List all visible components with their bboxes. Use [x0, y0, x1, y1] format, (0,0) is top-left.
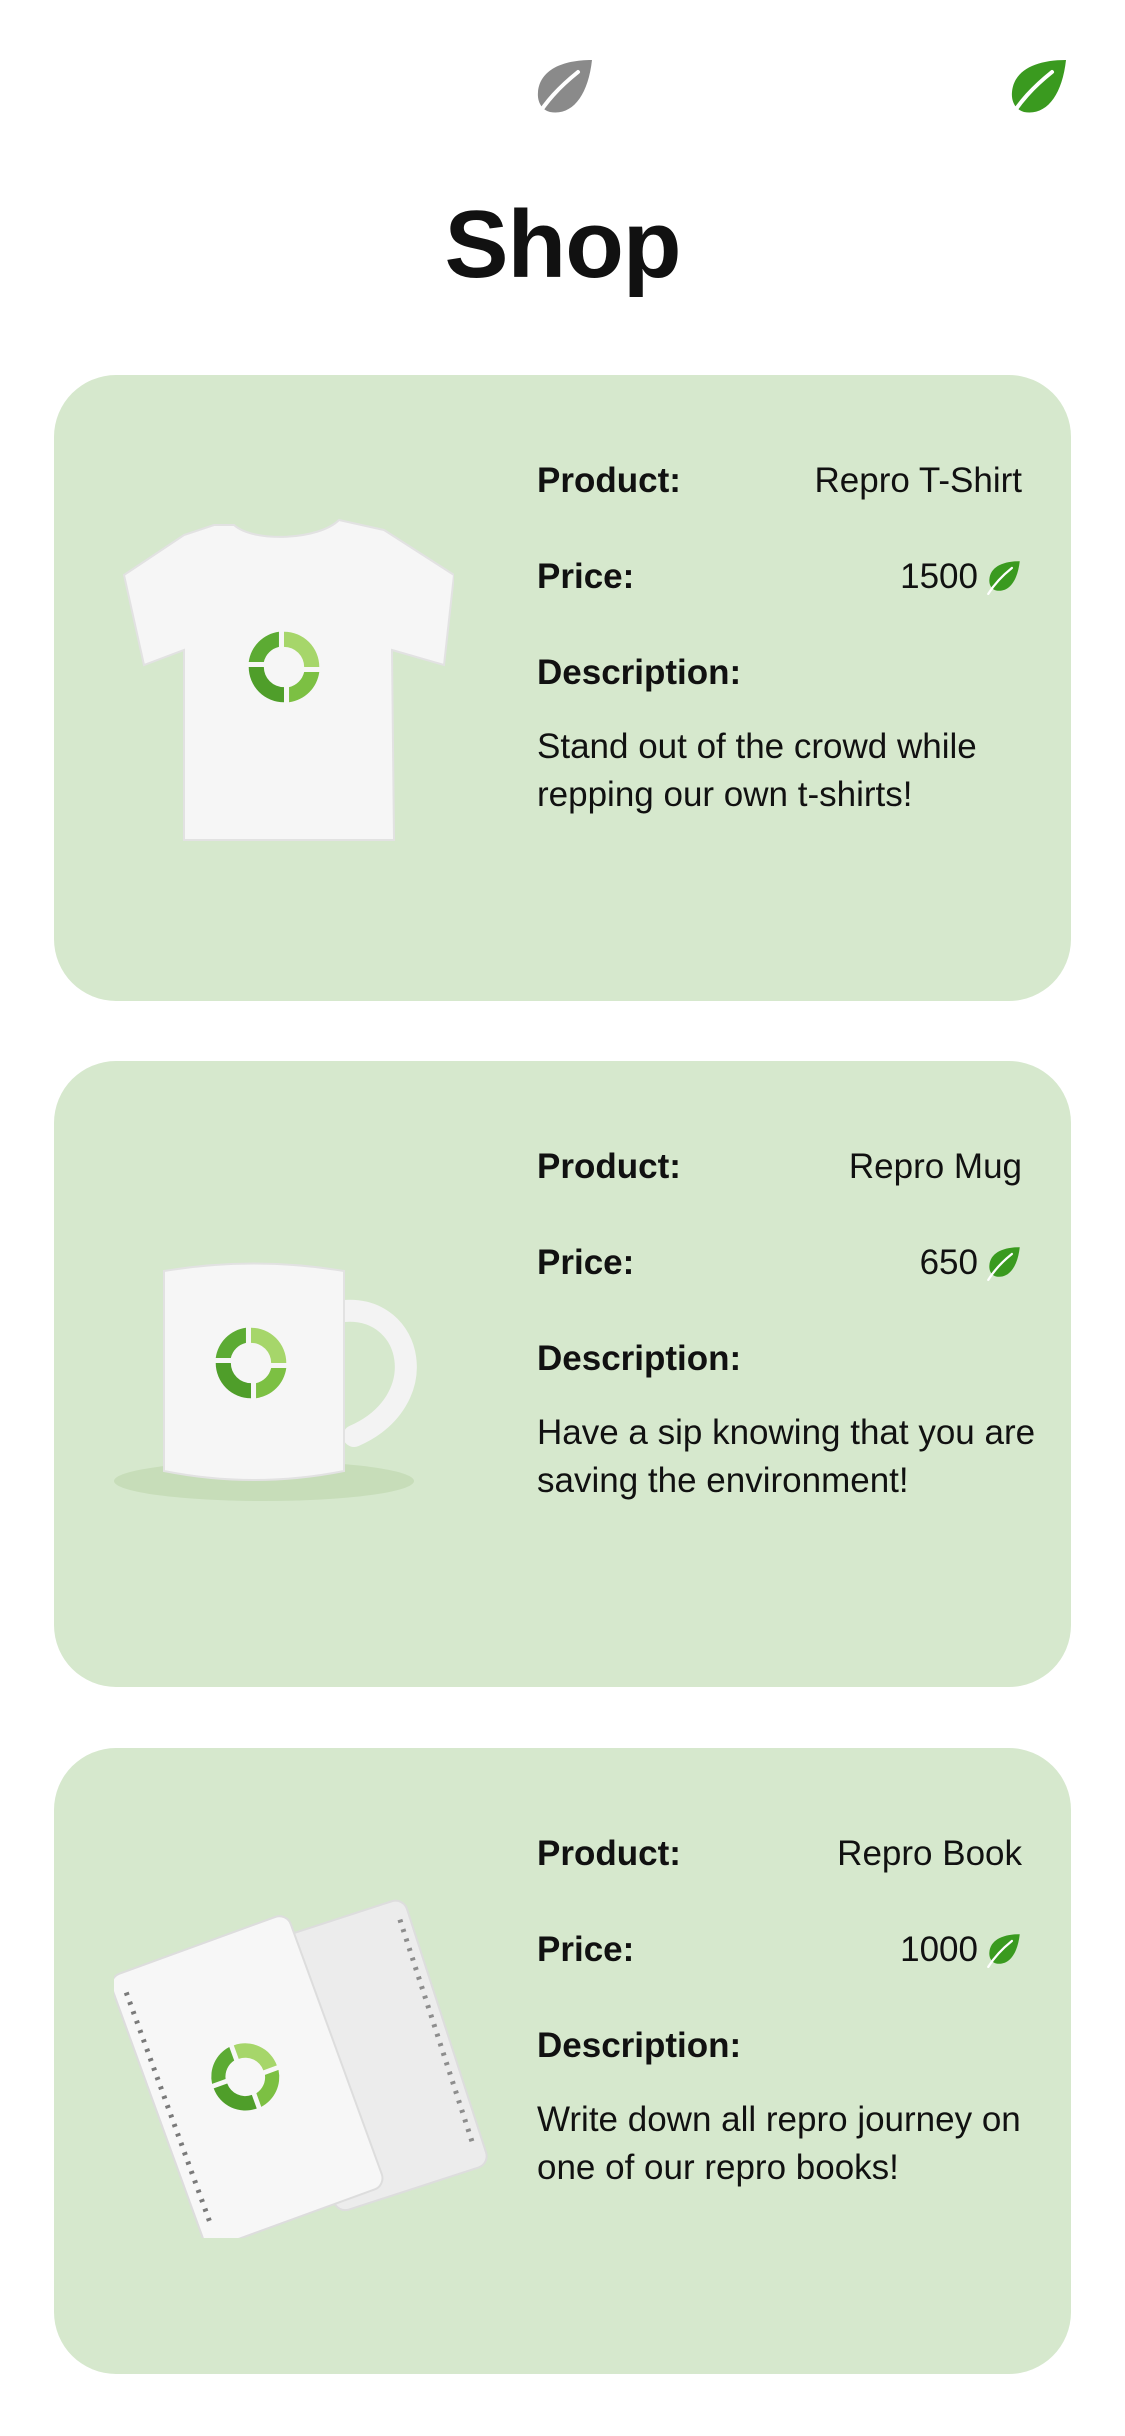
price-label: Price:: [537, 1930, 635, 1969]
product-name: Repro T-Shirt: [814, 461, 1023, 500]
price-value-group: 1000: [900, 1930, 1022, 1970]
leaf-icon: [986, 1932, 1022, 1968]
price-label: Price:: [537, 1243, 635, 1282]
price-value: 1000: [900, 1930, 978, 1969]
leaf-icon[interactable]: [532, 56, 596, 120]
price-value-group: 650: [920, 1243, 1022, 1283]
notebook-image: [114, 1899, 488, 2238]
mug-image: [114, 1262, 417, 1501]
product-label: Product:: [537, 1834, 681, 1873]
tshirt-image: [122, 518, 454, 841]
leaf-icon: [986, 559, 1022, 595]
leaf-icon: [986, 1245, 1022, 1281]
leaf-icon[interactable]: [1006, 56, 1070, 120]
description-text: Write down all repro journey on one of o…: [537, 2100, 1021, 2187]
product-label: Product:: [537, 1147, 681, 1186]
product-label: Product:: [537, 461, 681, 500]
description-text: Stand out of the crowd while repping our…: [537, 727, 977, 814]
description-label: Description:: [537, 653, 742, 692]
product-name: Repro Mug: [848, 1147, 1022, 1186]
product-name: Repro Book: [837, 1834, 1022, 1873]
price-value-group: 1500: [900, 557, 1022, 597]
description-label: Description:: [537, 1339, 742, 1378]
page-title: Shop: [444, 191, 682, 298]
price-label: Price:: [537, 557, 635, 596]
product-card[interactable]: Product: Repro Book Price: 1000 Descript…: [54, 1748, 1071, 2374]
product-card[interactable]: Product: Repro Mug Price: 650 Descriptio…: [54, 1061, 1071, 1687]
price-value: 1500: [900, 557, 978, 596]
description-label: Description:: [537, 2026, 742, 2065]
product-card[interactable]: Product: Repro T-Shirt Price: 1500 Descr…: [54, 375, 1071, 1001]
description-text: Have a sip knowing that you are saving t…: [537, 1413, 1036, 1500]
price-value: 650: [919, 1243, 978, 1282]
